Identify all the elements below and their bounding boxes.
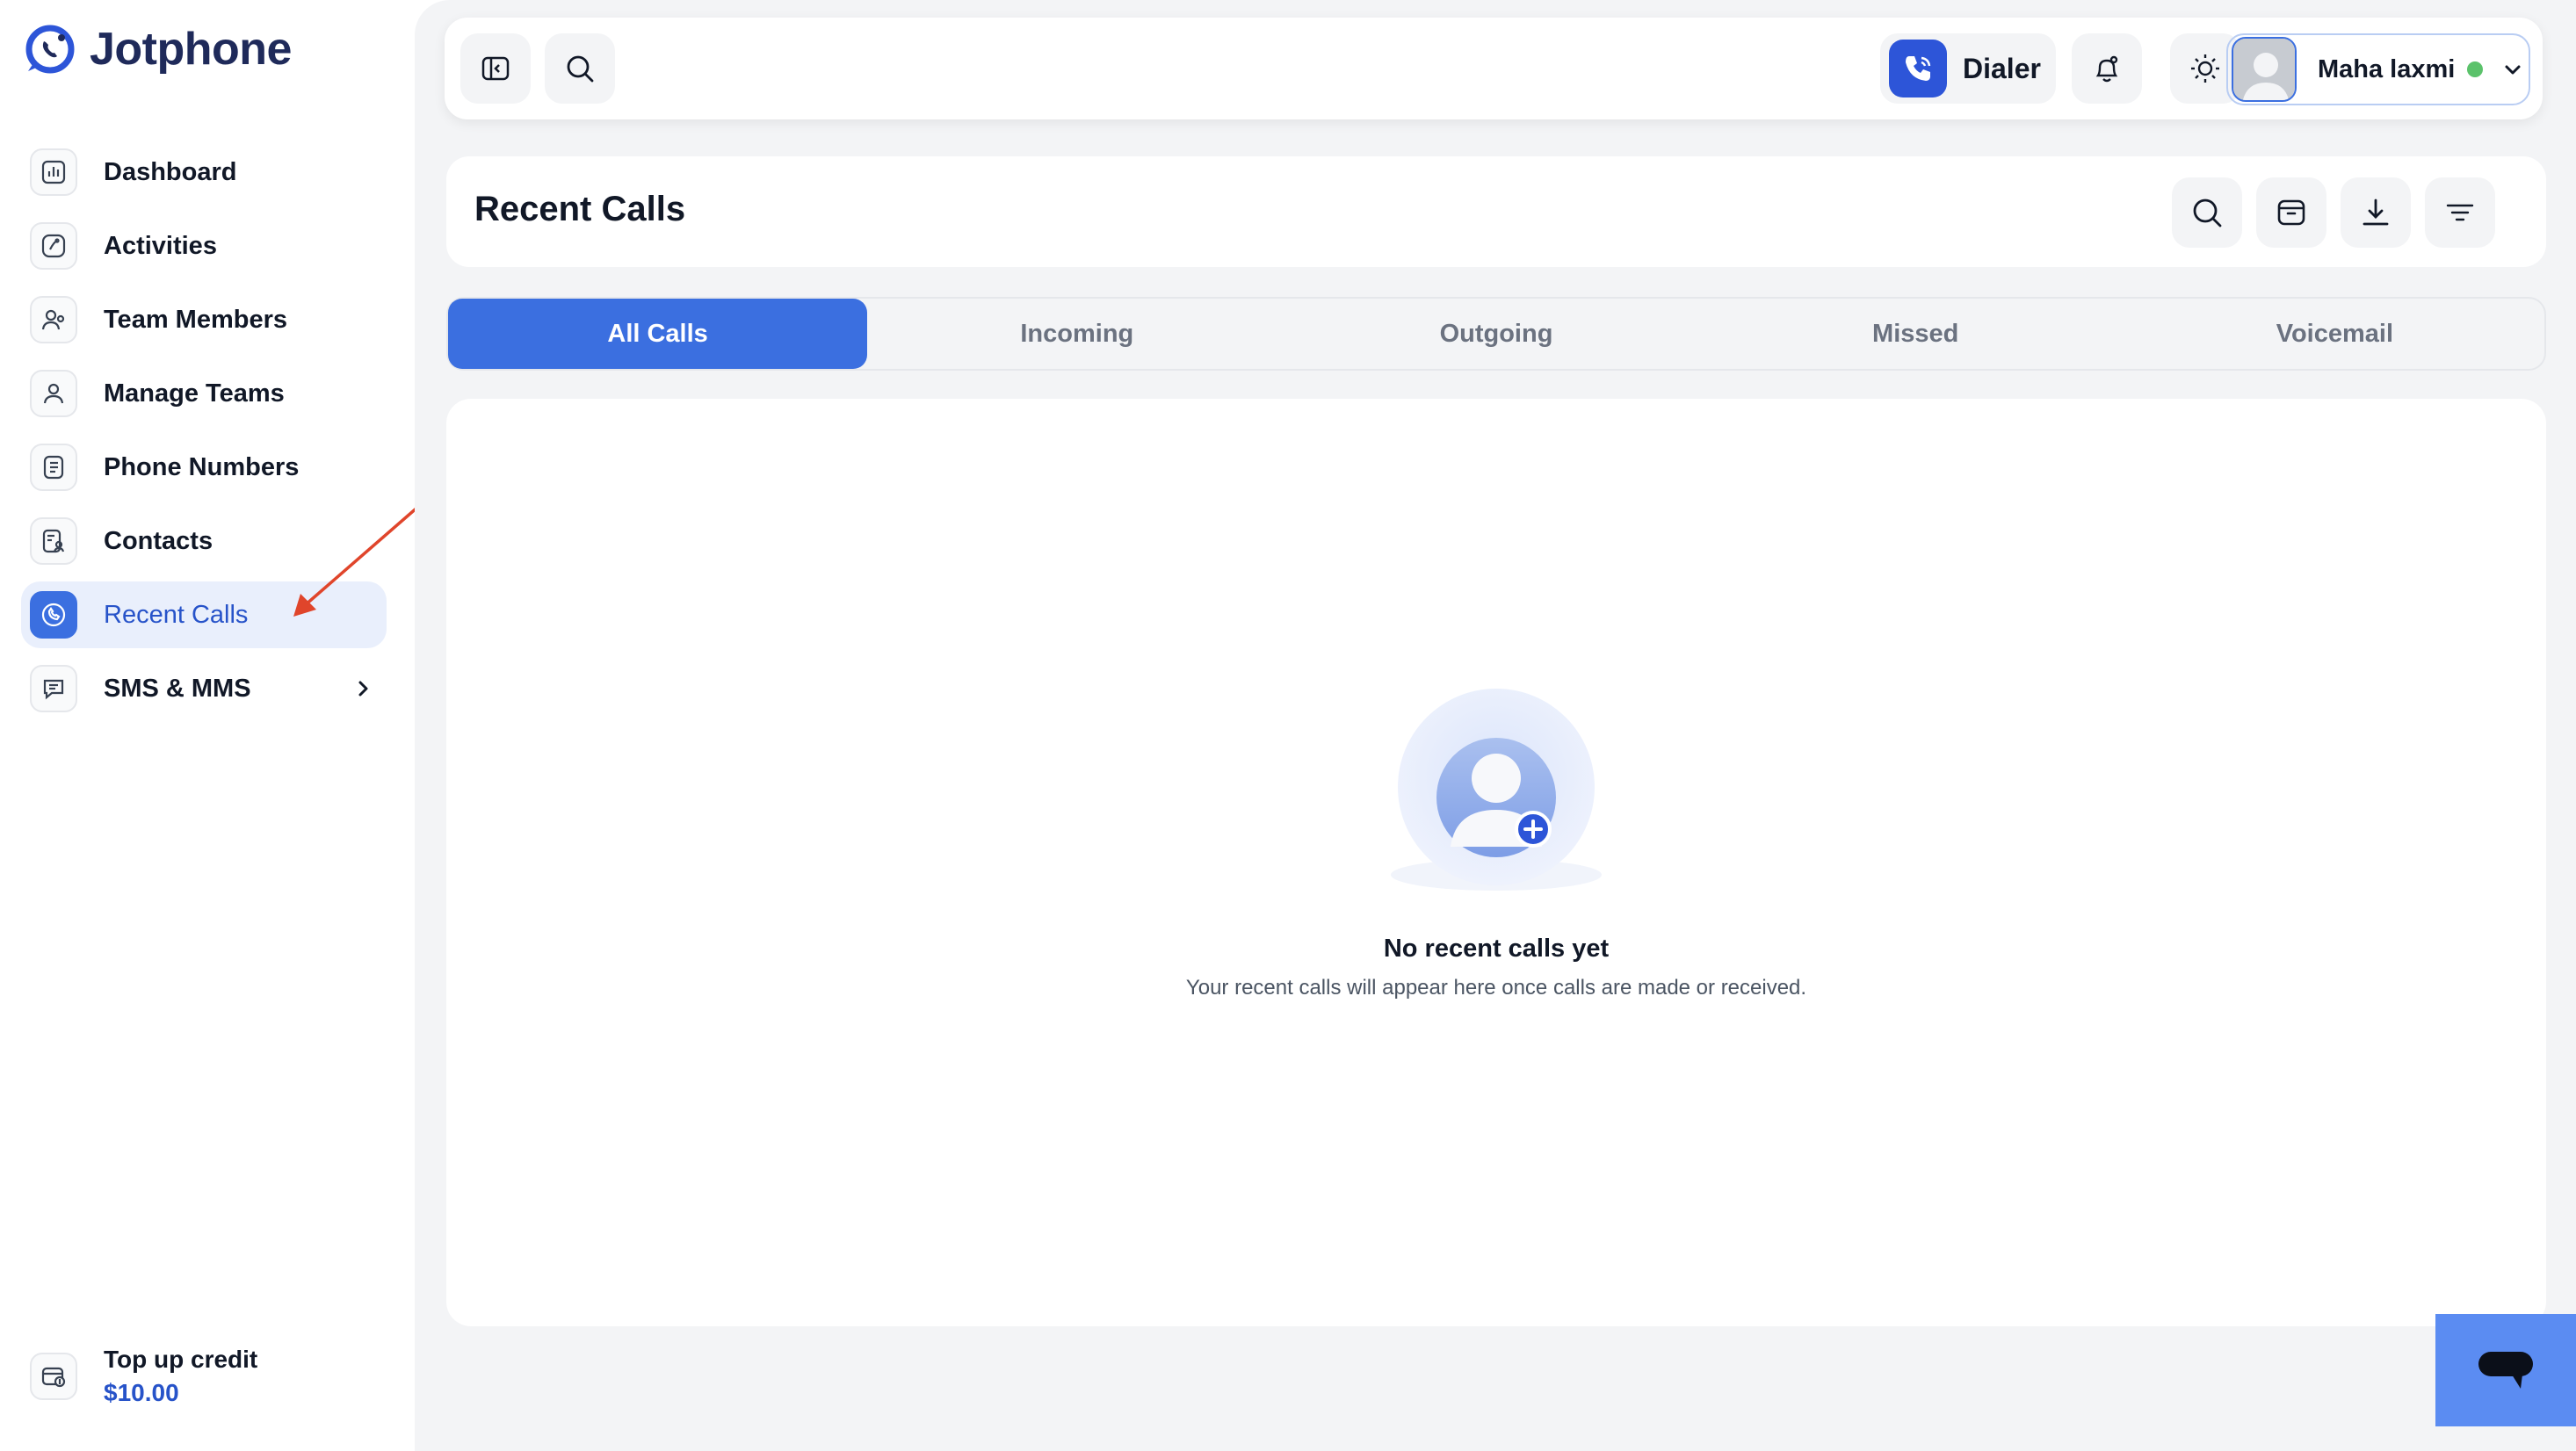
chevron-down-icon: [2505, 65, 2521, 75]
tab-missed[interactable]: Missed: [1706, 299, 2125, 369]
search-calls-button[interactable]: [2172, 177, 2242, 248]
sidebar-item-recent-calls[interactable]: Recent Calls: [21, 581, 387, 648]
users-icon: [30, 370, 77, 417]
tab-voicemail[interactable]: Voicemail: [2125, 299, 2544, 369]
download-icon: [2363, 199, 2389, 226]
chat-bubble-icon: [2478, 1352, 2533, 1389]
sidebar-item-activities[interactable]: Activities: [21, 213, 387, 279]
app-name: Jotphone: [90, 24, 292, 75]
online-status-indicator: [2467, 61, 2484, 77]
page-header: Recent Calls: [446, 156, 2546, 267]
call-filter-tabs: All Calls Incoming Outgoing Missed Voice…: [446, 297, 2546, 371]
global-search-button[interactable]: [545, 33, 615, 104]
top-up-label: Top up credit: [104, 1346, 258, 1373]
sidebar: Jotphone Dashboard Activities Team Membe…: [0, 0, 413, 1451]
user-group-icon: [30, 296, 77, 343]
sidebar-collapse-icon: [481, 56, 510, 81]
sidebar-item-label: Contacts: [104, 526, 213, 555]
sidebar-item-label: Team Members: [104, 305, 287, 334]
calls-list-panel: No recent calls yet Your recent calls wi…: [446, 399, 2546, 1326]
tab-incoming[interactable]: Incoming: [867, 299, 1286, 369]
sidebar-item-phone-numbers[interactable]: Phone Numbers: [21, 434, 387, 501]
user-menu[interactable]: Maha laxmi: [2226, 33, 2530, 105]
tab-outgoing[interactable]: Outgoing: [1286, 299, 1705, 369]
sidebar-nav: Dashboard Activities Team Members Manage…: [21, 139, 387, 729]
sidebar-item-label: Phone Numbers: [104, 452, 300, 481]
dialer-label: Dialer: [1963, 52, 2041, 84]
phone-book-icon: [30, 444, 77, 491]
phone-call-icon: [1889, 40, 1947, 97]
app-logo[interactable]: Jotphone: [23, 21, 292, 77]
main-area: Dialer Maha laxmi Recent Calls All Calls…: [415, 0, 2576, 1451]
sidebar-item-dashboard[interactable]: Dashboard: [21, 139, 387, 206]
toggle-sidebar-button[interactable]: [460, 33, 531, 104]
empty-state-subtitle: Your recent calls will appear here once …: [1185, 976, 1807, 1000]
sidebar-item-label: SMS & MMS: [104, 674, 251, 703]
sidebar-item-label: Dashboard: [104, 157, 237, 186]
sidebar-item-sms-mms[interactable]: SMS & MMS: [21, 655, 387, 722]
chat-widget-button[interactable]: [2435, 1314, 2576, 1426]
jotphone-logo-icon: [25, 25, 75, 74]
dialer-button[interactable]: Dialer: [1880, 33, 2056, 104]
sun-icon: [2191, 54, 2219, 83]
filter-icon: [2446, 204, 2474, 221]
message-icon: [30, 665, 77, 712]
search-icon: [567, 55, 594, 83]
bell-icon: [2095, 55, 2118, 83]
top-bar: Dialer Maha laxmi: [445, 18, 2543, 119]
sidebar-item-manage-teams[interactable]: Manage Teams: [21, 360, 387, 427]
top-up-credit[interactable]: Top up credit $10.00: [30, 1346, 257, 1407]
search-icon: [2193, 199, 2222, 227]
archive-button[interactable]: [2256, 177, 2326, 248]
contact-card-icon: [30, 517, 77, 565]
credit-balance: $10.00: [104, 1379, 179, 1406]
empty-state: No recent calls yet Your recent calls wi…: [446, 689, 2546, 1000]
chevron-right-icon: [358, 681, 368, 697]
chart-bars-icon: [30, 148, 77, 196]
user-name: Maha laxmi: [2318, 54, 2456, 83]
archive-icon: [2277, 199, 2305, 226]
avatar: [2232, 37, 2297, 102]
sidebar-item-team-members[interactable]: Team Members: [21, 286, 387, 353]
activity-icon: [30, 222, 77, 270]
sidebar-item-label: Activities: [104, 231, 217, 260]
page-title: Recent Calls: [474, 190, 686, 228]
notifications-button[interactable]: [2072, 33, 2142, 104]
download-button[interactable]: [2341, 177, 2411, 248]
wallet-icon: [30, 1353, 77, 1400]
empty-state-title: No recent calls yet: [1383, 935, 1610, 963]
empty-contact-illustration-icon: [1391, 689, 1602, 891]
sidebar-item-label: Manage Teams: [104, 379, 285, 408]
filter-button[interactable]: [2425, 177, 2495, 248]
tab-all-calls[interactable]: All Calls: [448, 299, 868, 369]
sidebar-item-contacts[interactable]: Contacts: [21, 508, 387, 574]
sidebar-item-label: Recent Calls: [104, 600, 249, 629]
phone-history-icon: [30, 591, 77, 639]
